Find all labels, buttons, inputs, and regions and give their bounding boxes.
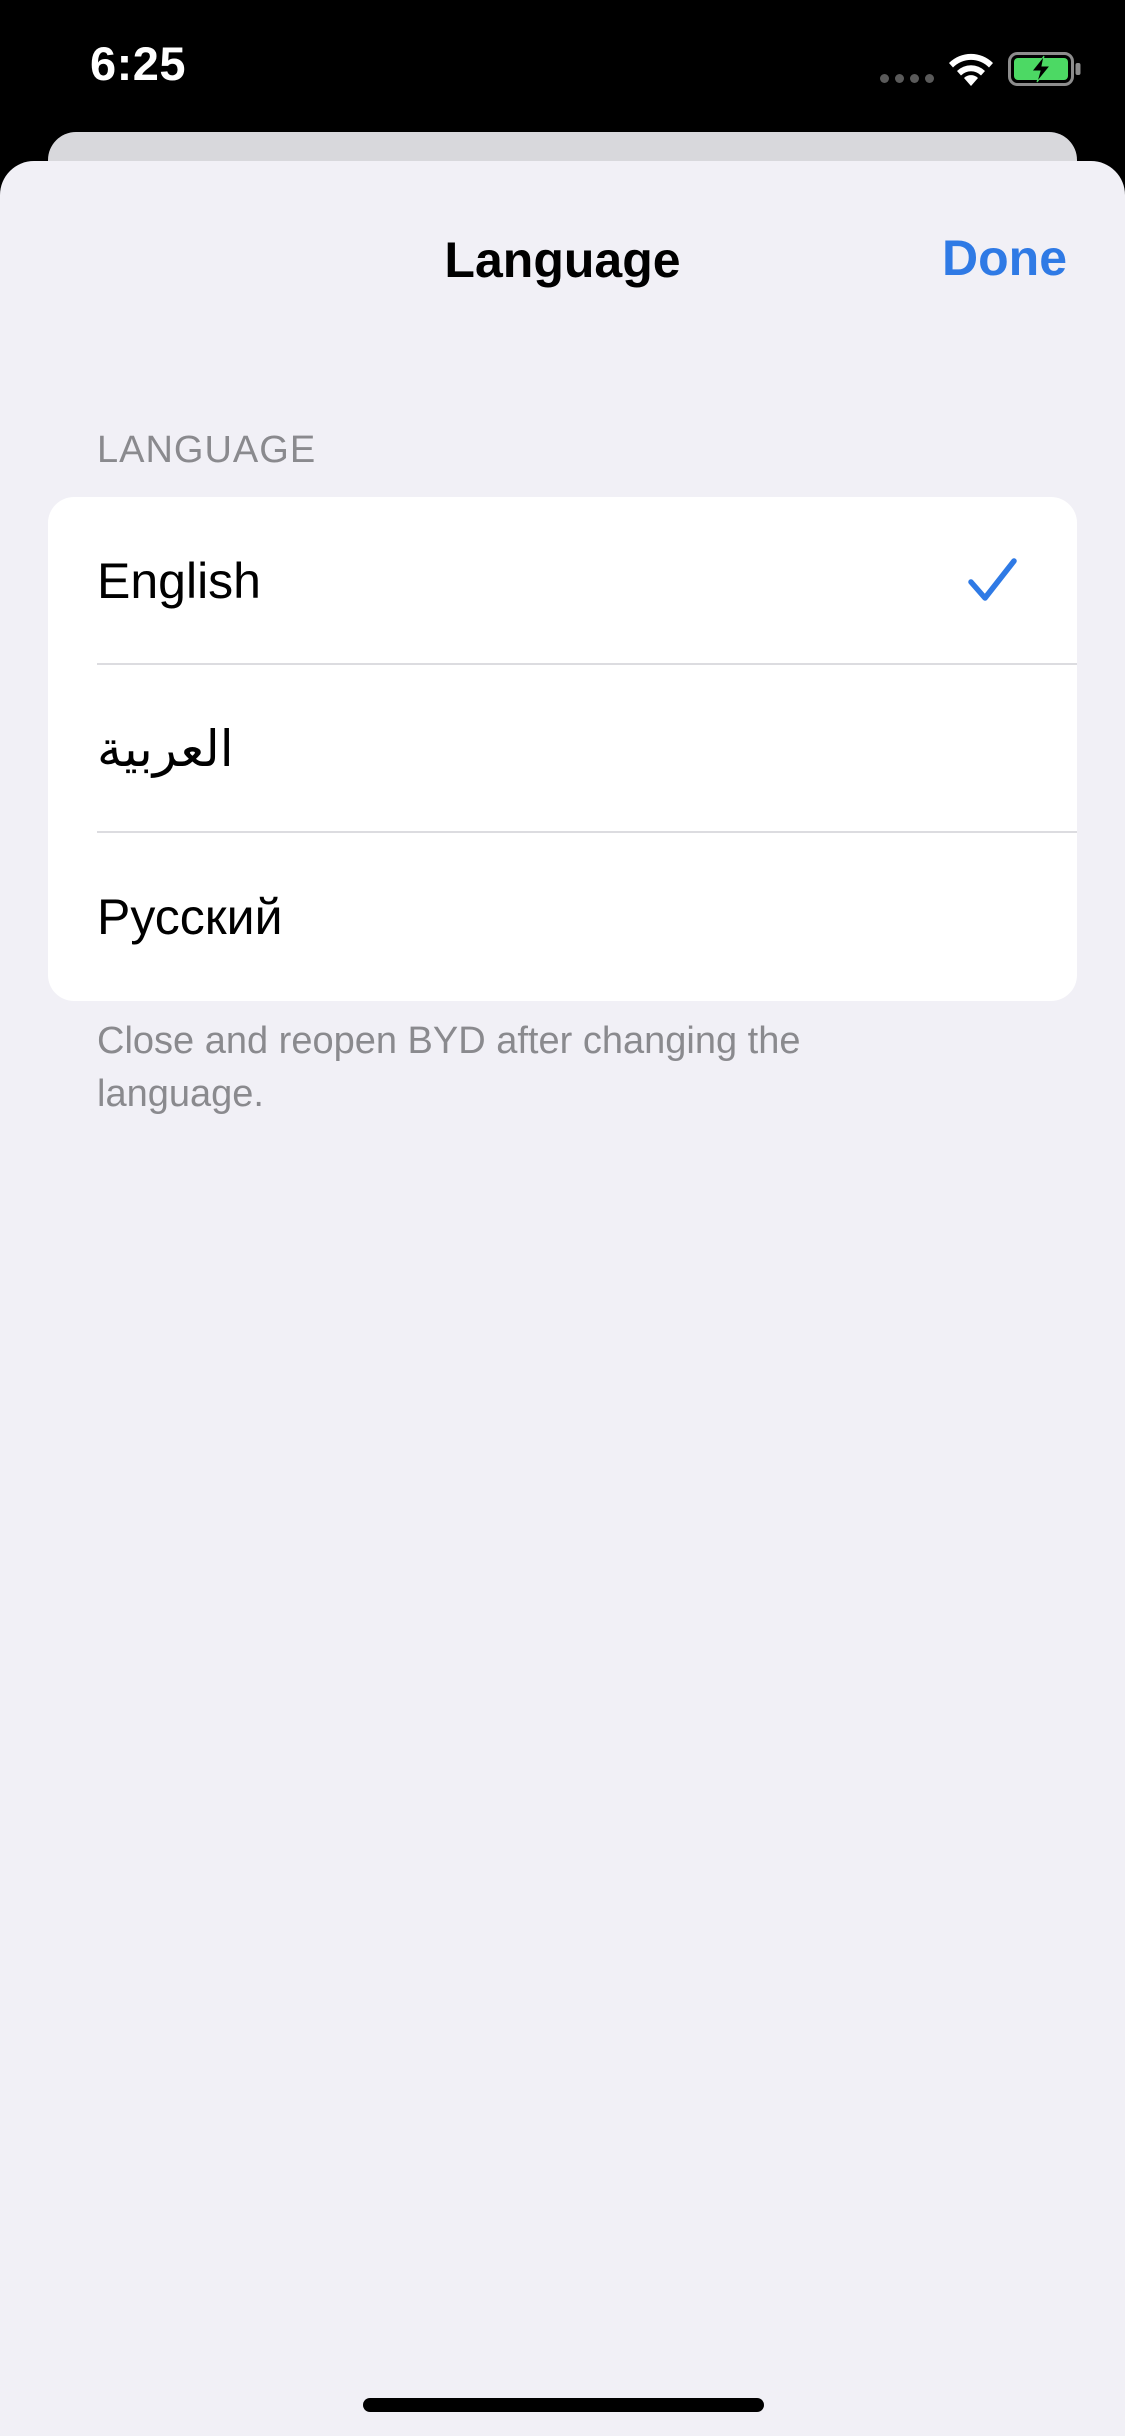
language-option-arabic[interactable]: العربية <box>48 665 1077 833</box>
language-option-english[interactable]: English <box>48 497 1077 665</box>
language-sheet: Language Done LANGUAGE English العربية Р… <box>0 161 1125 2436</box>
checkmark-icon <box>968 558 1017 601</box>
language-label: العربية <box>97 721 234 777</box>
screen: 6:25 Language Done LANGUAGE English العر… <box>0 0 1125 2436</box>
section-header: LANGUAGE <box>97 429 317 471</box>
wifi-icon <box>949 53 993 86</box>
footer-note: Close and reopen BYD after changing the … <box>97 1020 801 1115</box>
language-label: Русский <box>97 889 283 945</box>
status-time: 6:25 <box>90 37 187 90</box>
battery-charging-icon <box>1008 52 1081 86</box>
language-option-russian[interactable]: Русский <box>48 833 1077 1001</box>
language-label: English <box>97 553 261 609</box>
status-bar: 6:25 <box>0 0 1125 140</box>
done-button[interactable]: Done <box>942 229 1067 287</box>
home-indicator[interactable] <box>363 2398 764 2412</box>
cellular-signal-icon <box>880 74 934 84</box>
language-list: English العربية Русский <box>48 497 1077 1001</box>
